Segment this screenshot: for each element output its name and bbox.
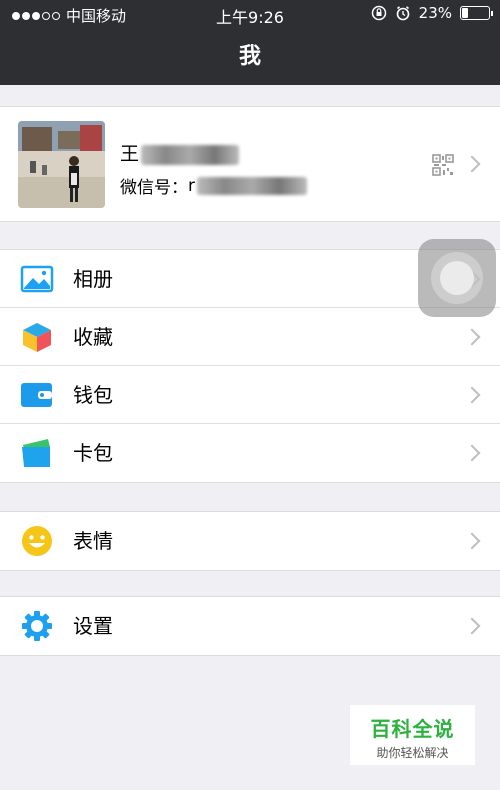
chevron-right-icon: [463, 155, 481, 173]
qr-code-icon[interactable]: [432, 154, 454, 176]
battery-icon: [460, 6, 493, 20]
menu-label: 卡包: [73, 441, 113, 465]
profile-card[interactable]: 王 微信号： r: [0, 106, 500, 222]
photo-album-icon: [20, 265, 54, 293]
chevron-right-icon: [463, 444, 481, 462]
battery-percent: 23%: [418, 4, 452, 22]
chevron-right-icon: [463, 532, 481, 550]
page-title: 我: [0, 28, 500, 85]
menu-group-stickers: 表情: [0, 511, 500, 571]
avatar[interactable]: [18, 121, 105, 208]
status-bar: 中国移动 上午9:26 23%: [0, 0, 500, 28]
alarm-icon: [396, 6, 409, 21]
menu-item-settings[interactable]: 设置: [0, 597, 500, 655]
menu-item-cards[interactable]: 卡包: [0, 424, 500, 482]
wechat-id: 微信号： r: [120, 173, 307, 198]
chevron-right-icon: [463, 386, 481, 404]
menu-label: 收藏: [73, 325, 113, 349]
menu-label: 钱包: [73, 383, 113, 407]
profile-name: 王: [120, 139, 240, 166]
menu-label: 设置: [73, 614, 113, 638]
menu-label: 相册: [73, 267, 113, 291]
chevron-right-icon: [463, 617, 481, 635]
chevron-right-icon: [463, 328, 481, 346]
menu-item-stickers[interactable]: 表情: [0, 512, 500, 570]
card-bag-icon: [22, 439, 50, 467]
menu-item-wallet[interactable]: 钱包: [0, 366, 500, 424]
menu-label: 表情: [73, 529, 113, 553]
redacted-id: [197, 176, 307, 195]
rotation-lock-icon: [371, 5, 386, 21]
menu-item-favorites[interactable]: 收藏: [0, 308, 500, 366]
cube-favorites-icon: [23, 323, 51, 352]
menu-group-settings: 设置: [0, 596, 500, 656]
redacted-name: [141, 144, 240, 165]
watermark-logo: 百科全说 助你轻松解决: [350, 705, 475, 765]
assistive-touch-button[interactable]: [418, 239, 496, 317]
wallet-icon: [21, 383, 52, 407]
smiley-icon: [22, 526, 52, 556]
gear-icon: [22, 611, 52, 641]
